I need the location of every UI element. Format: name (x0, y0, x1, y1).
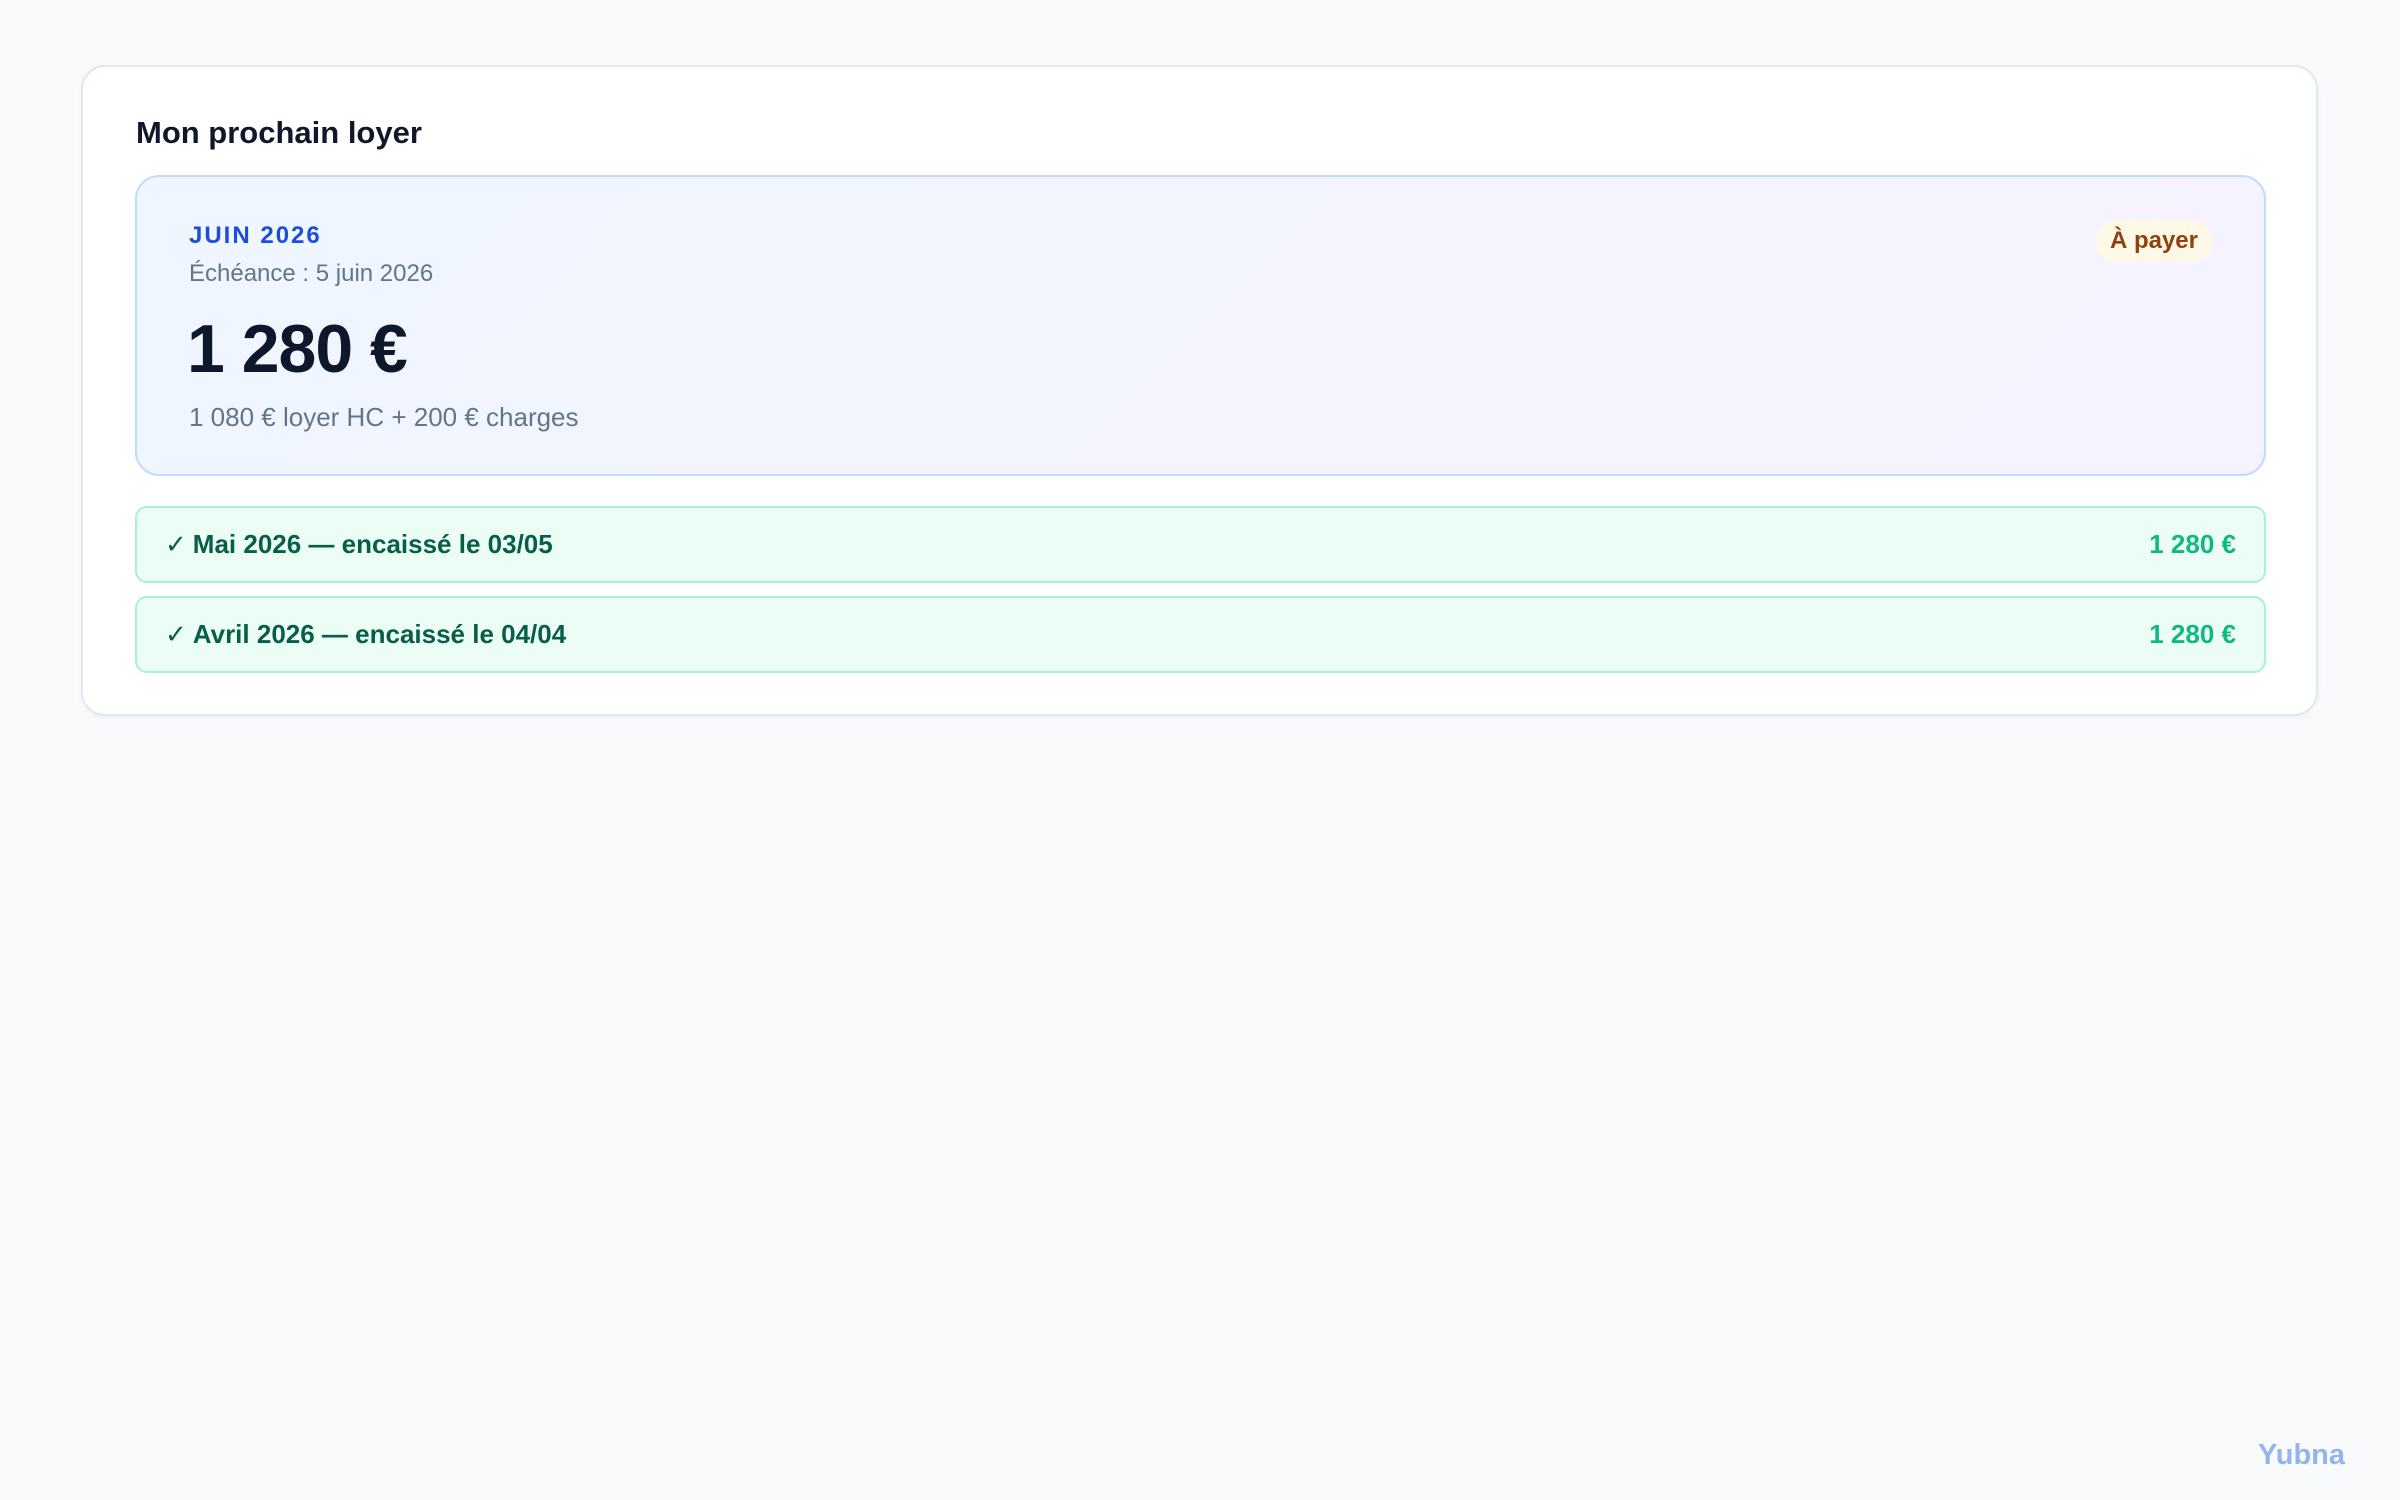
rent-breakdown: 1 080 € loyer HC + 200 € charges (189, 402, 579, 432)
brand-logo: Yubna (2257, 1439, 2345, 1471)
payment-history-row: ✓ Mai 2026 — encaissé le 03/05 1 280 € (135, 506, 2266, 583)
rent-amount: 1 280 € (187, 311, 408, 387)
payment-label: Mai 2026 — encaissé le 03/05 (192, 529, 553, 559)
payment-amount: 1 280 € (2149, 529, 2236, 559)
due-date: Échéance : 5 juin 2026 (189, 260, 434, 287)
status-badge: À payer (2095, 220, 2212, 262)
next-rent-panel: JUIN 2026 Échéance : 5 juin 2026 1 280 €… (135, 175, 2266, 476)
rent-card: Mon prochain loyer JUIN 2026 Échéance : … (81, 65, 2318, 716)
payment-label: Avril 2026 — encaissé le 04/04 (192, 619, 567, 649)
payment-label-wrap: ✓ Mai 2026 — encaissé le 03/05 (165, 508, 553, 581)
payment-history-row: ✓ Avril 2026 — encaissé le 04/04 1 280 € (135, 596, 2266, 673)
payment-label-wrap: ✓ Avril 2026 — encaissé le 04/04 (165, 598, 566, 671)
check-icon: ✓ (165, 529, 187, 559)
payment-amount: 1 280 € (2149, 619, 2236, 649)
check-icon: ✓ (165, 619, 187, 649)
rent-period: JUIN 2026 (189, 222, 322, 249)
card-title: Mon prochain loyer (136, 115, 422, 150)
